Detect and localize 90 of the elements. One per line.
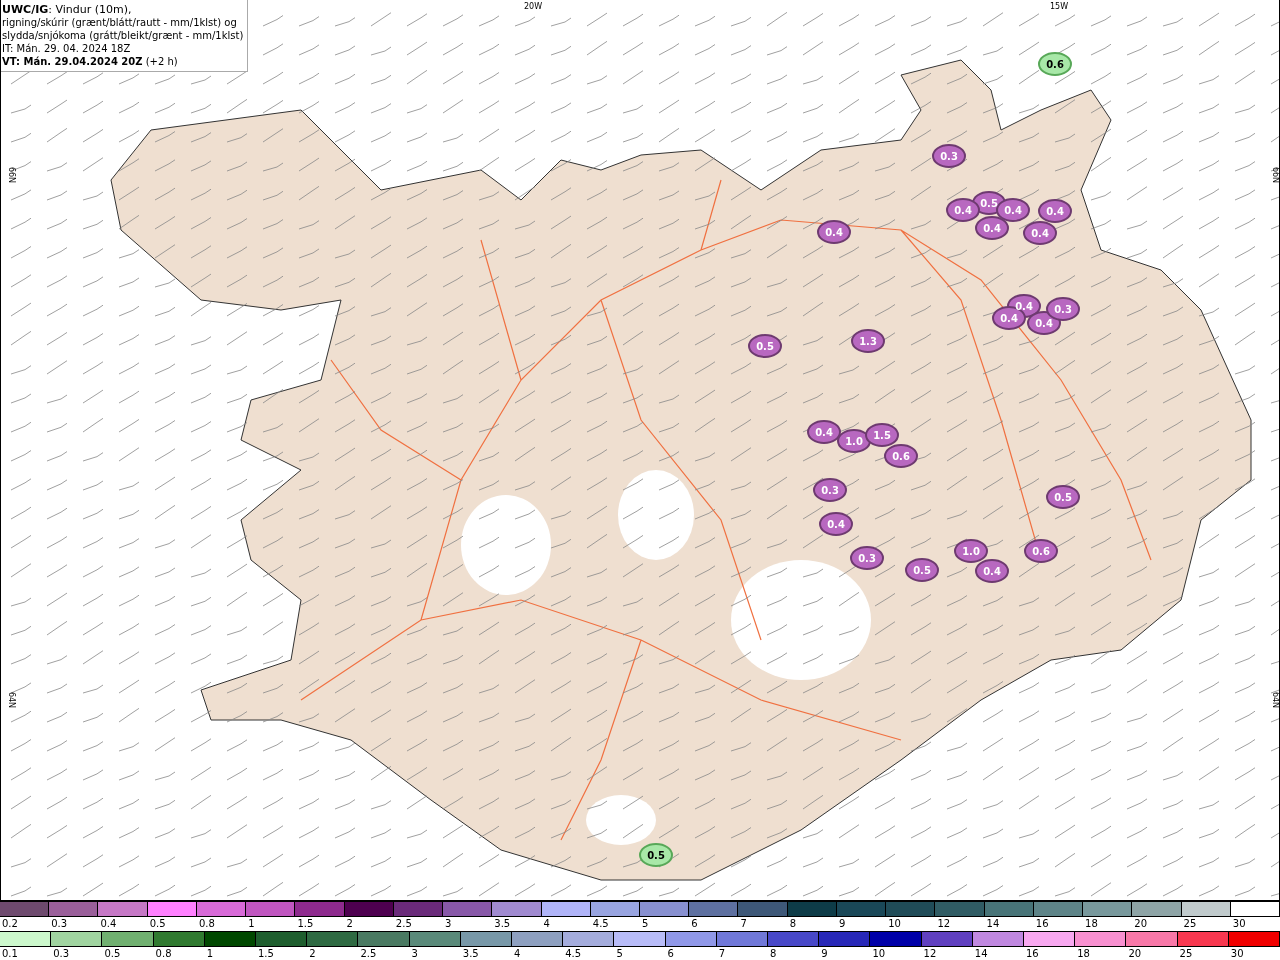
legend-label: 12 — [937, 918, 951, 929]
precipitation-value: 0.4 — [1031, 228, 1049, 239]
precipitation-value: 0.4 — [1035, 318, 1053, 329]
title-line: VT: Mán. 29.04.2024 20Z (+2 h) — [2, 55, 179, 68]
precipitation-value: 0.3 — [940, 151, 958, 162]
legend-label: 2 — [309, 948, 316, 959]
precipitation-value: 0.4 — [815, 427, 833, 438]
legend-label: 10 — [872, 948, 886, 959]
latitude-label: 64N — [7, 691, 16, 709]
legend-label: 0.8 — [198, 918, 215, 929]
title-line: IT: Mán. 29. 04. 2024 18Z — [2, 42, 132, 55]
legend-label: 4.5 — [592, 918, 609, 929]
legend-label: 2.5 — [360, 948, 377, 959]
legend-label: 16 — [1026, 948, 1039, 959]
legend-label: 1.5 — [297, 918, 314, 929]
precipitation-value: 0.6 — [1032, 546, 1050, 557]
legend-label: 4 — [543, 918, 550, 929]
legend-label: 18 — [1085, 918, 1098, 929]
legend-label: 2 — [346, 918, 353, 929]
precipitation-value: 0.4 — [1015, 301, 1033, 312]
latitude-label: 64N — [1271, 691, 1279, 709]
precipitation-value: 0.6 — [892, 451, 910, 462]
legend-label: 12 — [923, 948, 937, 959]
precipitation-value: 0.3 — [1054, 304, 1072, 315]
precipitation-value: 0.4 — [827, 519, 845, 530]
legend-label: 1 — [248, 918, 255, 929]
legend-label: 30 — [1232, 918, 1246, 929]
legend-label: 20 — [1134, 918, 1148, 929]
legend-label: 4 — [514, 948, 521, 959]
precipitation-value: 1.3 — [859, 336, 877, 347]
legend-label: 8 — [789, 918, 797, 929]
precipitation-value: 1.5 — [873, 430, 891, 441]
legend-label: 7 — [718, 948, 726, 959]
legend-label: 7 — [740, 918, 747, 929]
legend-label: 14 — [974, 948, 988, 959]
legend-label: 3.5 — [494, 918, 511, 929]
precipitation-value: 0.6 — [1046, 59, 1064, 70]
precipitation-value: 0.3 — [821, 485, 839, 496]
latitude-label: 66N — [7, 166, 16, 184]
precipitation-value: 0.4 — [1004, 205, 1022, 216]
legend-label: 2.5 — [395, 918, 412, 929]
legend-label: 5 — [642, 918, 649, 929]
legend-label: 4.5 — [565, 948, 582, 959]
precipitation-value: 0.3 — [858, 553, 876, 564]
precipitation-value: 0.4 — [983, 566, 1001, 577]
precipitation-value: 0.4 — [1046, 206, 1064, 217]
precipitation-value: 0.4 — [1000, 313, 1018, 324]
precipitation-value: 0.5 — [647, 850, 665, 861]
precipitation-value: 0.5 — [913, 565, 931, 576]
precipitation-value: 0.5 — [756, 341, 774, 352]
legend-label: 0.4 — [100, 918, 117, 929]
legend-label: 30 — [1230, 948, 1244, 959]
legend-label: 0.1 — [2, 948, 18, 959]
legend-label: 14 — [986, 918, 1000, 929]
legend-label: 1 — [206, 948, 214, 959]
precipitation-value: 0.4 — [983, 223, 1001, 234]
legend-label: 0.3 — [53, 948, 70, 959]
legend-label: 0.5 — [104, 948, 121, 959]
legend-label: 3.5 — [462, 948, 479, 959]
legend-label: 3 — [445, 918, 452, 929]
title-line: UWC/IG: Vindur (10m), — [2, 3, 133, 16]
legend-label: 16 — [1035, 918, 1049, 929]
longitude-label: 20W — [523, 2, 543, 11]
legend-label: 9 — [821, 948, 828, 959]
legend-label: 25 — [1179, 948, 1193, 959]
legend-label: 1.5 — [258, 948, 274, 959]
precipitation-value: 0.5 — [980, 198, 998, 209]
legend-label: 10 — [888, 918, 901, 929]
legend-label: 5 — [616, 948, 623, 959]
longitude-label: 15W — [1049, 2, 1069, 11]
legend-label: 0.3 — [51, 918, 68, 929]
legend-label: 8 — [770, 948, 777, 959]
latitude-label: 66N — [1271, 166, 1279, 184]
legend-label: 20 — [1128, 948, 1142, 959]
precipitation-value: 1.0 — [962, 546, 980, 557]
precipitation-value: 0.4 — [954, 205, 972, 216]
legend-label: 6 — [667, 948, 674, 959]
legend-label: 0.8 — [155, 948, 172, 959]
legend-label: 25 — [1183, 918, 1197, 929]
legend-label: 9 — [838, 918, 846, 929]
precipitation-value: 0.5 — [1054, 492, 1072, 503]
legend-label: 0.2 — [2, 918, 18, 929]
precipitation-value: 1.0 — [845, 436, 863, 447]
legend-label: 6 — [691, 918, 698, 929]
legend-label: 3 — [411, 948, 418, 959]
precipitation-value: 0.4 — [825, 227, 843, 238]
title-line: rigning/skúrir (grænt/blátt/rautt - mm/1klst) og — [2, 16, 238, 29]
legend-label: 0.5 — [149, 918, 166, 929]
title-line: slydda/snjókoma (grátt/bleikt/grænt - mm/1klst) — [2, 29, 244, 42]
legend-label: 18 — [1077, 948, 1090, 959]
